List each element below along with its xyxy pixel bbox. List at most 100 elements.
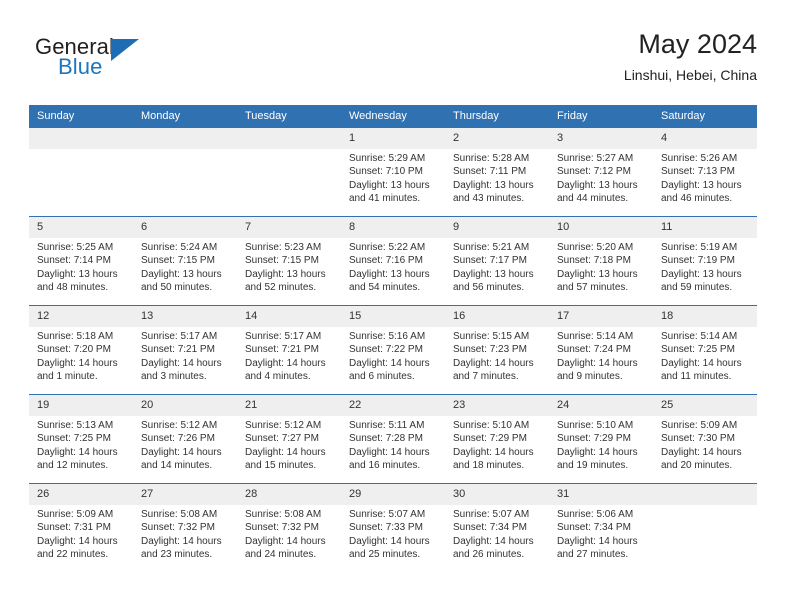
daylight-duration-line1: Daylight: 13 hours (661, 179, 742, 191)
daylight-duration-line1: Daylight: 13 hours (453, 179, 534, 191)
daylight-duration-line2: and 1 minute. (37, 370, 98, 382)
calendar-day-cell[interactable]: 12 Sunrise: 5:18 AM Sunset: 7:20 PM Dayligh… (29, 305, 133, 395)
calendar-day-cell[interactable]: 19 Sunrise: 5:13 AM Sunset: 7:25 PM Dayligh… (29, 394, 133, 484)
daylight-duration-line1: Daylight: 14 hours (37, 535, 118, 547)
sunrise-time: Sunrise: 5:08 AM (245, 509, 322, 520)
daylight-duration-line2: and 59 minutes. (661, 281, 733, 293)
calendar-day-cell[interactable]: 3 Sunrise: 5:27 AM Sunset: 7:12 PM Daylight… (549, 128, 653, 217)
sunrise-time: Sunrise: 5:10 AM (453, 420, 530, 431)
day-cell-content (133, 128, 237, 216)
sunset-time: Sunset: 7:13 PM (661, 166, 735, 178)
calendar-day-cell[interactable]: 17 Sunrise: 5:14 AM Sunset: 7:24 PM Dayligh… (549, 305, 653, 395)
sunset-time: Sunset: 7:29 PM (453, 433, 527, 445)
daylight-duration-line2: and 27 minutes. (557, 548, 629, 560)
day-cell-content: 14 Sunrise: 5:17 AM Sunset: 7:21 PM Dayligh… (237, 306, 341, 394)
day-details: Sunrise: 5:22 AM Sunset: 7:16 PM Daylight:… (341, 238, 445, 294)
calendar-day-cell[interactable]: 9 Sunrise: 5:21 AM Sunset: 7:17 PM Daylight… (445, 216, 549, 306)
calendar-day-cell[interactable]: 21 Sunrise: 5:12 AM Sunset: 7:27 PM Dayligh… (237, 394, 341, 484)
calendar-day-cell[interactable]: 24 Sunrise: 5:10 AM Sunset: 7:29 PM Dayligh… (549, 394, 653, 484)
sunrise-time: Sunrise: 5:08 AM (141, 509, 218, 520)
calendar-day-cell[interactable]: 8 Sunrise: 5:22 AM Sunset: 7:16 PM Daylight… (341, 216, 445, 306)
daylight-duration-line1: Daylight: 14 hours (245, 446, 326, 458)
sunset-time: Sunset: 7:26 PM (141, 433, 215, 445)
calendar-day-cell[interactable]: 5 Sunrise: 5:25 AM Sunset: 7:14 PM Daylight… (29, 216, 133, 306)
daylight-duration-line2: and 19 minutes. (557, 459, 629, 471)
calendar-day-cell[interactable]: 16 Sunrise: 5:15 AM Sunset: 7:23 PM Dayligh… (445, 305, 549, 395)
calendar-day-cell[interactable] (29, 128, 133, 217)
calendar-day-cell[interactable]: 18 Sunrise: 5:14 AM Sunset: 7:25 PM Dayligh… (653, 305, 757, 395)
calendar-day-cell[interactable]: 11 Sunrise: 5:19 AM Sunset: 7:19 PM Dayligh… (653, 216, 757, 306)
sunrise-time: Sunrise: 5:16 AM (349, 331, 426, 342)
calendar-day-cell[interactable]: 4 Sunrise: 5:26 AM Sunset: 7:13 PM Daylight… (653, 128, 757, 217)
sunset-time: Sunset: 7:19 PM (661, 255, 735, 267)
calendar-day-cell[interactable]: 23 Sunrise: 5:10 AM Sunset: 7:29 PM Dayligh… (445, 394, 549, 484)
calendar-day-cell[interactable]: 13 Sunrise: 5:17 AM Sunset: 7:21 PM Dayligh… (133, 305, 237, 395)
daylight-duration-line2: and 20 minutes. (661, 459, 733, 471)
day-number: 1 (341, 128, 445, 149)
day-number: 19 (29, 395, 133, 416)
daylight-duration-line2: and 3 minutes. (141, 370, 207, 382)
daylight-duration-line1: Daylight: 13 hours (453, 268, 534, 280)
daylight-duration-line1: Daylight: 13 hours (349, 179, 430, 191)
sunset-time: Sunset: 7:16 PM (349, 255, 423, 267)
calendar-day-cell[interactable]: 29 Sunrise: 5:07 AM Sunset: 7:33 PM Dayligh… (341, 483, 445, 572)
day-number: 25 (653, 395, 757, 416)
daylight-duration-line2: and 4 minutes. (245, 370, 311, 382)
calendar-day-cell[interactable]: 10 Sunrise: 5:20 AM Sunset: 7:18 PM Dayligh… (549, 216, 653, 306)
calendar-day-cell[interactable]: 27 Sunrise: 5:08 AM Sunset: 7:32 PM Dayligh… (133, 483, 237, 572)
day-details: Sunrise: 5:09 AM Sunset: 7:31 PM Daylight:… (29, 505, 133, 561)
sunset-time: Sunset: 7:11 PM (453, 166, 527, 178)
sunrise-time: Sunrise: 5:17 AM (245, 331, 322, 342)
day-details: Sunrise: 5:12 AM Sunset: 7:26 PM Daylight:… (133, 416, 237, 472)
sunset-time: Sunset: 7:23 PM (453, 344, 527, 356)
day-number: 26 (29, 484, 133, 505)
calendar-day-cell[interactable] (133, 128, 237, 217)
calendar-day-cell[interactable]: 15 Sunrise: 5:16 AM Sunset: 7:22 PM Dayligh… (341, 305, 445, 395)
day-cell-content: 7 Sunrise: 5:23 AM Sunset: 7:15 PM Daylight… (237, 217, 341, 305)
calendar-day-cell[interactable]: 20 Sunrise: 5:12 AM Sunset: 7:26 PM Dayligh… (133, 394, 237, 484)
day-number: 23 (445, 395, 549, 416)
daylight-duration-line1: Daylight: 13 hours (37, 268, 118, 280)
day-details: Sunrise: 5:28 AM Sunset: 7:11 PM Daylight:… (445, 149, 549, 205)
daylight-duration-line1: Daylight: 13 hours (557, 179, 638, 191)
day-cell-content: 13 Sunrise: 5:17 AM Sunset: 7:21 PM Dayligh… (133, 306, 237, 394)
calendar-day-cell[interactable] (653, 483, 757, 572)
sunrise-time: Sunrise: 5:09 AM (37, 509, 114, 520)
day-cell-content (237, 128, 341, 216)
day-number: 9 (445, 217, 549, 238)
calendar-day-cell[interactable]: 30 Sunrise: 5:07 AM Sunset: 7:34 PM Dayligh… (445, 483, 549, 572)
day-number: 6 (133, 217, 237, 238)
day-cell-content: 16 Sunrise: 5:15 AM Sunset: 7:23 PM Dayligh… (445, 306, 549, 394)
calendar-day-cell[interactable]: 22 Sunrise: 5:11 AM Sunset: 7:28 PM Dayligh… (341, 394, 445, 484)
day-cell-content: 29 Sunrise: 5:07 AM Sunset: 7:33 PM Dayligh… (341, 484, 445, 572)
day-details: Sunrise: 5:15 AM Sunset: 7:23 PM Daylight:… (445, 327, 549, 383)
calendar-day-cell[interactable]: 6 Sunrise: 5:24 AM Sunset: 7:15 PM Daylight… (133, 216, 237, 306)
daylight-duration-line1: Daylight: 13 hours (245, 268, 326, 280)
daylight-duration-line2: and 23 minutes. (141, 548, 213, 560)
calendar-day-cell[interactable]: 25 Sunrise: 5:09 AM Sunset: 7:30 PM Dayligh… (653, 394, 757, 484)
calendar-day-cell[interactable]: 28 Sunrise: 5:08 AM Sunset: 7:32 PM Dayligh… (237, 483, 341, 572)
daylight-duration-line2: and 43 minutes. (453, 192, 525, 204)
day-cell-content: 9 Sunrise: 5:21 AM Sunset: 7:17 PM Daylight… (445, 217, 549, 305)
day-number (237, 128, 341, 149)
calendar-day-cell[interactable]: 14 Sunrise: 5:17 AM Sunset: 7:21 PM Dayligh… (237, 305, 341, 395)
calendar-day-cell[interactable]: 26 Sunrise: 5:09 AM Sunset: 7:31 PM Dayligh… (29, 483, 133, 572)
general-blue-logo: General Blue (35, 34, 165, 84)
day-cell-content: 28 Sunrise: 5:08 AM Sunset: 7:32 PM Dayligh… (237, 484, 341, 572)
sunrise-time: Sunrise: 5:29 AM (349, 153, 426, 164)
sunset-time: Sunset: 7:10 PM (349, 166, 423, 178)
calendar-day-cell[interactable]: 31 Sunrise: 5:06 AM Sunset: 7:34 PM Dayligh… (549, 483, 653, 572)
calendar-day-cell[interactable] (237, 128, 341, 217)
day-number: 24 (549, 395, 653, 416)
weekday-header-saturday: Saturday (653, 105, 757, 128)
day-details: Sunrise: 5:09 AM Sunset: 7:30 PM Daylight:… (653, 416, 757, 472)
sunrise-sunset-calendar-table: Sunday Monday Tuesday Wednesday Thursday… (29, 105, 757, 572)
day-number: 17 (549, 306, 653, 327)
calendar-day-cell[interactable]: 2 Sunrise: 5:28 AM Sunset: 7:11 PM Daylight… (445, 128, 549, 217)
day-number: 10 (549, 217, 653, 238)
page-subtitle-location: Linshui, Hebei, China (623, 67, 757, 83)
day-cell-content: 3 Sunrise: 5:27 AM Sunset: 7:12 PM Daylight… (549, 128, 653, 216)
calendar-day-cell[interactable]: 7 Sunrise: 5:23 AM Sunset: 7:15 PM Daylight… (237, 216, 341, 306)
sunset-time: Sunset: 7:32 PM (141, 522, 215, 534)
calendar-day-cell[interactable]: 1 Sunrise: 5:29 AM Sunset: 7:10 PM Daylight… (341, 128, 445, 217)
